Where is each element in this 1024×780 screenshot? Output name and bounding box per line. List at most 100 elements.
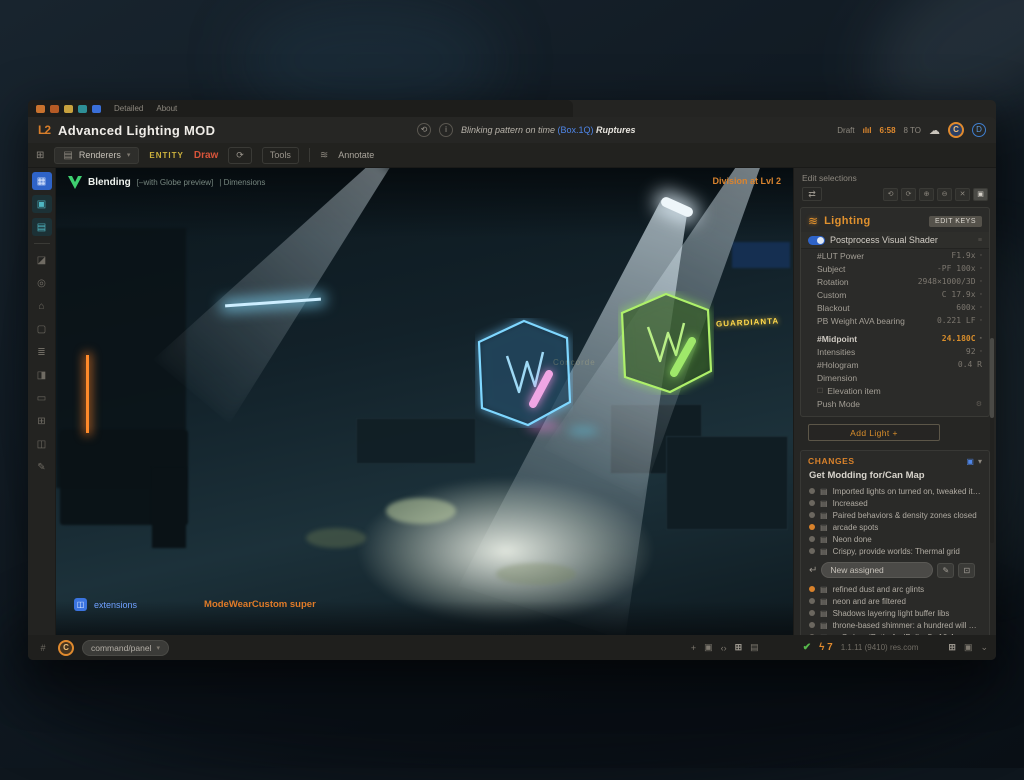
box-icon[interactable]: ▢ bbox=[32, 320, 52, 338]
shader-toggle[interactable] bbox=[808, 236, 825, 245]
viewport-3d[interactable]: GUARDIANTA Concorde Blending [–with Glob… bbox=[56, 168, 793, 635]
menu-tab-about[interactable]: About bbox=[156, 104, 177, 113]
change-item[interactable]: ▤refined dust and arc glints bbox=[801, 583, 989, 595]
arrows-icon[interactable]: ‹› bbox=[721, 643, 727, 653]
change-item[interactable]: ▤Imported lights on turned on, tweaked i… bbox=[801, 485, 989, 497]
shader-row[interactable]: Postprocess Visual Shader ≡ bbox=[801, 232, 989, 249]
dock-icon-2[interactable] bbox=[50, 105, 59, 113]
dock-icon-4[interactable] bbox=[78, 105, 87, 113]
wrench-icon[interactable]: ⚙ bbox=[976, 400, 982, 408]
lock-icon[interactable]: ▫ bbox=[980, 348, 982, 355]
dock-icon-5[interactable] bbox=[92, 105, 101, 113]
property-value[interactable]: C 17.9x bbox=[942, 290, 976, 299]
add-light-button[interactable]: Add Light + bbox=[808, 424, 940, 441]
dock-icon-3[interactable] bbox=[64, 105, 73, 113]
property-value[interactable]: 0.221 LF bbox=[937, 316, 976, 325]
change-item[interactable]: ▤Paired behaviors & density zones closed bbox=[801, 509, 989, 521]
pen-icon[interactable]: ✎ bbox=[32, 458, 52, 476]
swap-icon[interactable]: ⇄ bbox=[802, 187, 822, 201]
change-item[interactable]: ▤neon and are filtered bbox=[801, 595, 989, 607]
user-avatar[interactable]: C bbox=[948, 122, 964, 138]
change-item[interactable]: ▤Shadows layering light buffer libs bbox=[801, 607, 989, 619]
command-pill[interactable]: command/panel ▾ bbox=[82, 640, 169, 656]
lock-icon[interactable]: ▫ bbox=[980, 265, 982, 272]
lock-icon[interactable]: ▫ bbox=[980, 304, 982, 311]
annotate-button[interactable]: Annotate bbox=[338, 150, 374, 160]
subtitle-link[interactable]: (Box.1Q) bbox=[558, 125, 594, 135]
attach-button[interactable]: ⊡ bbox=[958, 563, 975, 578]
lock-icon[interactable]: ▫ bbox=[980, 291, 982, 298]
grid-icon[interactable]: ⊞ bbox=[32, 412, 52, 430]
clear-button[interactable]: ✕ bbox=[955, 188, 970, 201]
hologram-value[interactable]: 0.4 R bbox=[958, 360, 982, 369]
change-item[interactable]: ▤Crispy, provide worlds: Thermal grid bbox=[801, 545, 989, 557]
console-icon[interactable]: ◫ bbox=[32, 435, 52, 453]
add-icon[interactable]: + bbox=[691, 643, 696, 653]
change-item[interactable]: ▤Increased bbox=[801, 497, 989, 509]
share-icon[interactable]: ▣ bbox=[966, 457, 974, 466]
property-value[interactable]: 2948×1000/3D bbox=[918, 277, 976, 286]
entity-mode-label[interactable]: ENTITY bbox=[149, 151, 183, 160]
change-item[interactable]: ▤throne-based shimmer: a hundred will 8 … bbox=[801, 619, 989, 631]
change-text: Neon done bbox=[833, 535, 872, 544]
property-value[interactable]: 600x bbox=[956, 303, 975, 312]
lock-icon[interactable]: ▫ bbox=[980, 278, 982, 285]
textures-icon[interactable]: ▤ bbox=[32, 218, 52, 236]
info-button[interactable]: i bbox=[439, 123, 453, 137]
layout-icon[interactable]: ⊞ bbox=[948, 642, 956, 653]
tools-button[interactable]: Tools bbox=[262, 147, 299, 164]
sidebar-scrollbar[interactable] bbox=[990, 338, 994, 543]
elevation-row[interactable]: ☐Elevation item bbox=[801, 384, 989, 397]
materials-icon[interactable]: ▣ bbox=[32, 195, 52, 213]
edit-keys-button[interactable]: EDIT KEYS bbox=[929, 216, 982, 227]
scrollbar-thumb[interactable] bbox=[990, 338, 994, 418]
grid-toggle-icon[interactable]: ⊞ bbox=[735, 642, 743, 653]
panel-toggle-icon[interactable]: ▤ bbox=[750, 642, 759, 653]
midpoint-value[interactable]: 24.180C bbox=[942, 334, 976, 343]
intensities-value[interactable]: 92 bbox=[966, 347, 976, 356]
property-value[interactable]: -PF 100x bbox=[937, 264, 976, 273]
layers-icon[interactable]: ≣ bbox=[32, 343, 52, 361]
plane-icon[interactable]: ▭ bbox=[32, 389, 52, 407]
collab-avatar[interactable]: ◫ bbox=[74, 598, 87, 611]
change-item[interactable]: ▤arcade spots bbox=[801, 521, 989, 533]
edit-note-button[interactable]: ✎ bbox=[937, 563, 954, 578]
brand-dimensions: | Dimensions bbox=[219, 178, 265, 187]
dock-icon-1[interactable] bbox=[36, 105, 45, 113]
menu-tab-detailed[interactable]: Detailed bbox=[114, 104, 143, 113]
shader-menu-icon[interactable]: ≡ bbox=[978, 237, 982, 244]
property-value[interactable]: F1.9x bbox=[951, 251, 975, 260]
globe-icon[interactable]: ◎ bbox=[32, 274, 52, 292]
chevron-icon[interactable]: ⌄ bbox=[980, 642, 988, 653]
undo-step-button[interactable]: ⟲ bbox=[883, 188, 898, 201]
lock-icon[interactable]: ▫ bbox=[980, 317, 982, 324]
status-rail-icon[interactable]: # bbox=[36, 643, 50, 653]
push-mode-row[interactable]: Push Mode⚙ bbox=[801, 397, 989, 410]
renderer-tab[interactable]: ▤ Renderers ▾ bbox=[54, 147, 139, 164]
draw-mode-button[interactable]: Draw bbox=[194, 150, 218, 161]
redo-step-button[interactable]: ⟳ bbox=[901, 188, 916, 201]
dimension-row[interactable]: Dimension bbox=[801, 371, 989, 384]
change-item[interactable]: ▤Neon done bbox=[801, 533, 989, 545]
assign-input[interactable] bbox=[821, 562, 933, 578]
status-avatar[interactable]: C bbox=[58, 640, 74, 656]
checkbox-icon[interactable]: ☐ bbox=[817, 387, 823, 395]
assistant-icon[interactable]: D bbox=[972, 123, 986, 137]
lock-icon[interactable]: ▫ bbox=[980, 252, 982, 259]
zoom-in-button[interactable]: ⊕ bbox=[919, 188, 934, 201]
zoom-out-button[interactable]: ⊖ bbox=[937, 188, 952, 201]
split-view-icon[interactable]: ◨ bbox=[32, 366, 52, 384]
undo-button[interactable]: ⟲ bbox=[417, 123, 431, 137]
home-icon[interactable]: ⌂ bbox=[32, 297, 52, 315]
brush-icon[interactable]: ◪ bbox=[32, 251, 52, 269]
box-view-icon[interactable]: ▣ bbox=[964, 642, 973, 653]
collapse-icon[interactable]: ▾ bbox=[978, 457, 982, 466]
scene-view-icon[interactable]: ▦ bbox=[32, 172, 52, 190]
lock-icon[interactable]: ▪ bbox=[980, 335, 982, 342]
frame-icon[interactable]: ▣ bbox=[704, 642, 713, 653]
rotate-button[interactable]: ⟳ bbox=[228, 147, 252, 164]
filter-icon[interactable]: ≋ bbox=[320, 150, 328, 161]
cloud-icon[interactable]: ☁ bbox=[929, 124, 940, 137]
layout-grid-icon[interactable]: ⊞ bbox=[36, 150, 44, 161]
solo-button[interactable]: ▣ bbox=[973, 188, 988, 201]
